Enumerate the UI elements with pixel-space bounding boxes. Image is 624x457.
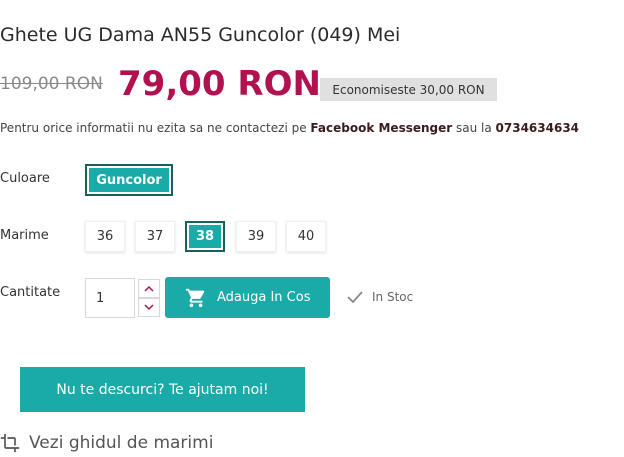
size-label: Marime bbox=[0, 228, 49, 243]
phone-link[interactable]: 0734634634 bbox=[496, 121, 580, 135]
chevron-down-icon bbox=[144, 304, 154, 311]
add-to-cart-button[interactable]: Adauga In Cos bbox=[165, 277, 330, 318]
color-option-guncolor[interactable]: Guncolor bbox=[85, 164, 173, 196]
quantity-increase-button[interactable] bbox=[138, 279, 160, 298]
size-option-37[interactable]: 37 bbox=[135, 221, 175, 252]
quantity-decrease-button[interactable] bbox=[138, 298, 160, 317]
add-to-cart-label: Adauga In Cos bbox=[217, 290, 311, 305]
crop-icon bbox=[0, 433, 20, 453]
size-guide-label: Vezi ghidul de marimi bbox=[29, 433, 214, 453]
quantity-label: Cantitate bbox=[0, 285, 61, 300]
old-price: 109,00 RON bbox=[0, 74, 103, 94]
quantity-input[interactable] bbox=[85, 278, 135, 318]
contact-info: Pentru orice informatii nu ezita sa ne c… bbox=[0, 121, 579, 135]
color-label: Culoare bbox=[0, 171, 50, 186]
check-icon bbox=[347, 291, 363, 304]
chevron-up-icon bbox=[144, 285, 154, 292]
current-price: 79,00 RON bbox=[118, 64, 321, 104]
size-option-39[interactable]: 39 bbox=[236, 221, 276, 252]
help-button[interactable]: Nu te descurci? Te ajutam noi! bbox=[20, 367, 305, 412]
size-option-40[interactable]: 40 bbox=[286, 221, 326, 252]
size-guide-link[interactable]: Vezi ghidul de marimi bbox=[0, 433, 213, 453]
savings-badge: Economiseste 30,00 RON bbox=[320, 78, 497, 101]
messenger-link[interactable]: Facebook Messenger bbox=[310, 121, 452, 135]
contact-text: Pentru orice informatii nu ezita sa ne c… bbox=[0, 121, 311, 135]
size-option-36[interactable]: 36 bbox=[85, 221, 125, 252]
product-title: Ghete UG Dama AN55 Guncolor (049) Mei bbox=[0, 24, 401, 46]
stock-status: In Stoc bbox=[346, 290, 413, 304]
contact-text-middle: sau la bbox=[452, 121, 496, 135]
shopping-cart-icon bbox=[185, 288, 205, 307]
size-option-38[interactable]: 38 bbox=[185, 221, 225, 252]
stock-status-label: In Stoc bbox=[372, 290, 414, 304]
